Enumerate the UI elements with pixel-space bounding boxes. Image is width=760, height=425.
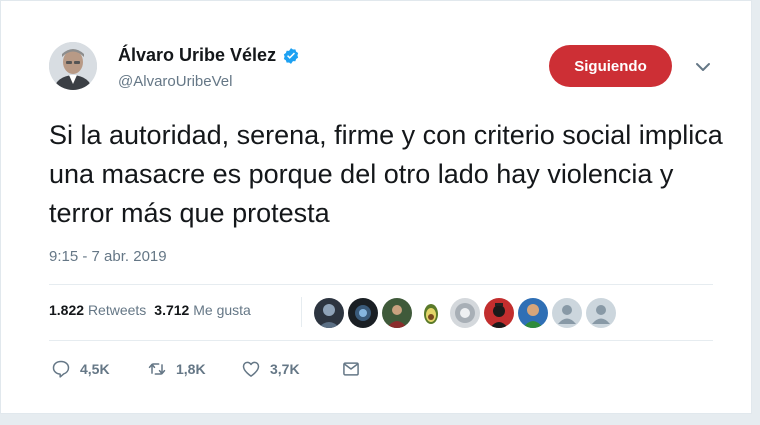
- author-avatar[interactable]: [49, 42, 97, 90]
- liker-avatar-default[interactable]: [586, 298, 616, 328]
- retweet-icon: [148, 363, 166, 375]
- likes-stat[interactable]: 3.712 Me gusta: [154, 302, 251, 318]
- tweet-timestamp[interactable]: 9:15 - 7 abr. 2019: [49, 248, 167, 265]
- like-icon: [242, 361, 260, 377]
- tweet-card: Álvaro Uribe Vélez @AlvaroUribeVel Sigui…: [0, 0, 752, 414]
- reply-button[interactable]: 4,5K: [51, 359, 147, 379]
- likes-label: Me gusta: [193, 302, 251, 318]
- author-handle[interactable]: @AlvaroUribeVel: [118, 73, 232, 90]
- retweets-stat[interactable]: 1.822 Retweets: [49, 302, 146, 318]
- retweets-count: 1.822: [49, 302, 85, 318]
- divider: [49, 284, 713, 285]
- tweet-stats: 1.822 Retweets 3.712 Me gusta: [49, 302, 259, 318]
- liker-avatar[interactable]: [518, 298, 548, 328]
- liker-avatar[interactable]: [348, 298, 378, 328]
- direct-message-button[interactable]: [341, 359, 361, 379]
- liker-avatar-default[interactable]: [552, 298, 582, 328]
- liker-avatar[interactable]: [484, 298, 514, 328]
- likers-avatars: [314, 298, 616, 328]
- like-button[interactable]: 3,7K: [241, 359, 341, 379]
- like-count: 3,7K: [270, 361, 300, 377]
- retweet-button[interactable]: 1,8K: [147, 359, 241, 379]
- author-name[interactable]: Álvaro Uribe Vélez: [118, 45, 276, 66]
- author-name-row[interactable]: Álvaro Uribe Vélez: [118, 45, 300, 66]
- retweets-label: Retweets: [87, 302, 147, 318]
- tweet-text: Si la autoridad, serena, firme y con cri…: [49, 120, 723, 228]
- stats-separator: [301, 297, 302, 327]
- direct-message-icon: [343, 362, 359, 376]
- reply-icon: [52, 360, 70, 378]
- chevron-down-icon[interactable]: [693, 59, 713, 75]
- reply-count: 4,5K: [80, 361, 110, 377]
- divider: [49, 340, 713, 341]
- retweet-count: 1,8K: [176, 361, 206, 377]
- following-button[interactable]: Siguiendo: [549, 45, 672, 87]
- likes-count: 3.712: [154, 302, 190, 318]
- tweet-actions: 4,5K 1,8K 3,7K: [51, 359, 361, 379]
- liker-avatar[interactable]: [416, 298, 446, 328]
- liker-avatar[interactable]: [382, 298, 412, 328]
- verified-badge-icon: [283, 47, 299, 64]
- liker-avatar[interactable]: [314, 298, 344, 328]
- liker-avatar[interactable]: [450, 298, 480, 328]
